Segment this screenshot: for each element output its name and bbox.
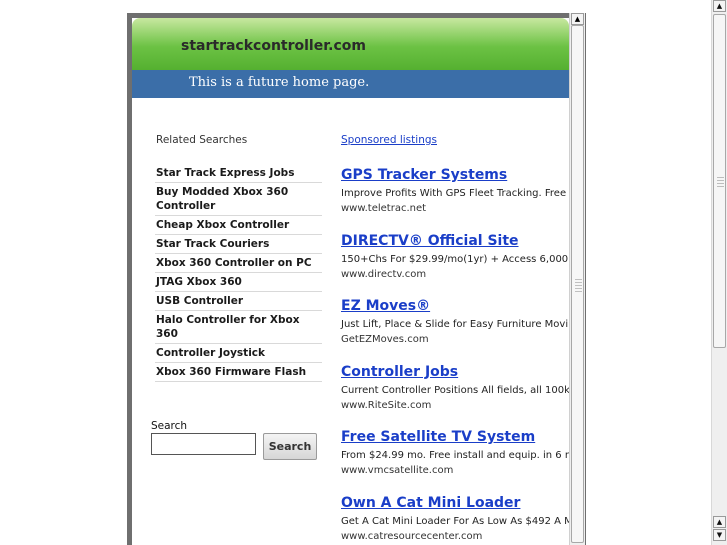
tagline-bar: This is a future home page. <box>132 70 569 98</box>
listing-url[interactable]: www.teletrac.net <box>341 201 569 216</box>
frame-scrollbar-thumb[interactable] <box>571 25 584 543</box>
scroll-up-arrow-icon[interactable]: ▲ <box>571 13 584 25</box>
header-banner: startrackcontroller.com <box>132 18 569 70</box>
listing-url[interactable]: www.catresourcecenter.com <box>341 529 569 544</box>
related-search-link[interactable]: Cheap Xbox Controller <box>155 216 322 235</box>
listing-title-link[interactable]: Free Satellite TV System <box>341 427 569 447</box>
search-input[interactable] <box>151 433 256 455</box>
related-search-link[interactable]: Star Track Couriers <box>155 235 322 254</box>
listing-item: GPS Tracker Systems Improve Profits With… <box>341 165 569 231</box>
related-search-link[interactable]: USB Controller <box>155 292 322 311</box>
tagline: This is a future home page. <box>189 75 370 90</box>
listing-title-link[interactable]: EZ Moves® <box>341 296 569 316</box>
listing-item: Controller Jobs Current Controller Posit… <box>341 362 569 428</box>
listing-url[interactable]: GetEZMoves.com <box>341 332 569 347</box>
page-frame: startrackcontroller.com This is a future… <box>127 13 586 545</box>
listing-title-link[interactable]: Controller Jobs <box>341 362 569 382</box>
listing-description: Improve Profits With GPS Fleet Tracking.… <box>341 188 569 199</box>
search-label: Search <box>151 420 188 432</box>
related-searches-list: Star Track Express Jobs Buy Modded Xbox … <box>155 164 322 382</box>
search-button[interactable]: Search <box>263 433 317 460</box>
related-search-link[interactable]: Xbox 360 Firmware Flash <box>155 363 322 382</box>
window-scrollbar-thumb[interactable] <box>713 14 726 348</box>
listing-url[interactable]: www.vmcsatellite.com <box>341 463 569 478</box>
site-title: startrackcontroller.com <box>181 38 366 54</box>
sponsored-listings-link[interactable]: Sponsored listings <box>341 134 437 146</box>
listing-description: 150+Chs For $29.99/mo(1yr) + Access 6,00… <box>341 253 569 265</box>
listing-item: Own A Cat Mini Loader Get A Cat Mini Loa… <box>341 493 569 545</box>
grip-icon <box>717 177 724 189</box>
listing-item: Free Satellite TV System From $24.99 mo.… <box>341 427 569 493</box>
window-scrollbar[interactable]: ▲ ▲ ▼ <box>711 0 727 545</box>
listing-url[interactable]: www.RiteSite.com <box>341 398 569 413</box>
listing-url[interactable]: www.directv.com <box>341 267 569 282</box>
frame-scrollbar[interactable]: ▲ <box>569 13 585 545</box>
page-viewport: startrackcontroller.com This is a future… <box>132 18 569 545</box>
listing-description: Get A Cat Mini Loader For As Low As $492… <box>341 515 569 527</box>
related-search-link[interactable]: Xbox 360 Controller on PC <box>155 254 322 273</box>
listing-item: DIRECTV® Official Site 150+Chs For $29.9… <box>341 231 569 297</box>
scroll-up-arrow-icon[interactable]: ▲ <box>713 0 726 12</box>
related-searches-title: Related Searches <box>156 134 248 146</box>
listing-title-link[interactable]: DIRECTV® Official Site <box>341 231 569 251</box>
listing-title-link[interactable]: GPS Tracker Systems <box>341 165 569 185</box>
related-search-link[interactable]: Buy Modded Xbox 360 Controller <box>155 183 322 216</box>
listing-description: Just Lift, Place & Slide for Easy Furnit… <box>341 319 569 330</box>
sponsored-listings: GPS Tracker Systems Improve Profits With… <box>341 165 569 545</box>
related-search-link[interactable]: Controller Joystick <box>155 344 322 363</box>
grip-icon <box>575 279 582 293</box>
scroll-up-arrow-icon[interactable]: ▲ <box>713 516 726 528</box>
related-search-link[interactable]: JTAG Xbox 360 <box>155 273 322 292</box>
listing-title-link[interactable]: Own A Cat Mini Loader <box>341 493 569 513</box>
related-search-link[interactable]: Star Track Express Jobs <box>155 164 322 183</box>
scroll-down-arrow-icon[interactable]: ▼ <box>713 529 726 541</box>
listing-item: EZ Moves® Just Lift, Place & Slide for E… <box>341 296 569 362</box>
listing-description: From $24.99 mo. Free install and equip. … <box>341 450 569 461</box>
listing-description: Current Controller Positions All fields,… <box>341 384 569 396</box>
related-search-link[interactable]: Halo Controller for Xbox 360 <box>155 311 322 344</box>
